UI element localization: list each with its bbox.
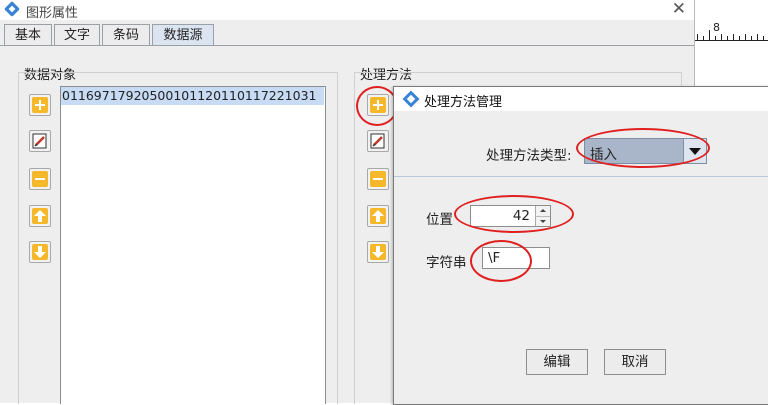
dialog-title: 处理方法管理 <box>424 95 503 110</box>
ruler-number: 8 <box>713 21 720 34</box>
remove-icon <box>370 171 386 187</box>
processing-method-dialog: 处理方法管理 处理方法类型: 插入 位置 42 字符串 \F 编辑 取消 <box>393 86 768 405</box>
string-label: 字符串 <box>426 255 467 271</box>
move-down-method-button[interactable] <box>367 241 389 263</box>
edit-icon <box>32 133 47 149</box>
remove-method-button[interactable] <box>367 168 389 190</box>
tab-barcode[interactable]: 条码 <box>102 24 150 46</box>
add-icon <box>370 97 386 113</box>
tab-basic[interactable]: 基本 <box>4 24 52 46</box>
remove-data-button[interactable] <box>29 168 51 190</box>
add-method-button[interactable] <box>367 94 389 116</box>
spin-up-icon[interactable] <box>536 206 550 216</box>
add-icon <box>32 97 48 113</box>
method-type-label: 处理方法类型: <box>486 148 572 164</box>
dialog-titlebar: 处理方法管理 <box>394 87 768 111</box>
ruler: 8 <box>695 20 768 41</box>
tab-text[interactable]: 文字 <box>54 24 100 46</box>
cancel-button[interactable]: 取消 <box>604 349 666 375</box>
move-down-icon <box>32 244 48 260</box>
method-type-value: 插入 <box>590 147 617 163</box>
spinner-buttons <box>535 206 550 226</box>
move-up-icon <box>32 208 48 224</box>
position-spinner[interactable]: 42 <box>470 205 551 227</box>
dialog-separator <box>394 176 768 177</box>
dialog-app-icon <box>402 90 420 108</box>
data-object-list[interactable]: 01169717920500101120110117221031 <box>60 86 326 404</box>
move-up-icon <box>370 208 386 224</box>
remove-icon <box>32 171 48 187</box>
tab-data-source[interactable]: 数据源 <box>152 24 214 46</box>
chevron-down-icon[interactable] <box>683 139 706 163</box>
position-value: 42 <box>512 208 530 224</box>
tab-divider <box>0 45 694 46</box>
window-title: 图形属性 <box>26 6 79 21</box>
position-label: 位置 <box>426 212 453 228</box>
move-up-method-button[interactable] <box>367 205 389 227</box>
string-input[interactable]: \F <box>482 247 550 269</box>
edit-button[interactable]: 编辑 <box>526 349 588 375</box>
edit-icon <box>370 133 385 149</box>
move-down-data-button[interactable] <box>29 241 51 263</box>
edit-data-button[interactable] <box>29 130 51 152</box>
app-icon <box>4 1 20 17</box>
edit-method-button[interactable] <box>367 130 389 152</box>
move-down-icon <box>370 244 386 260</box>
close-icon[interactable]: ✕ <box>672 0 686 19</box>
move-up-data-button[interactable] <box>29 205 51 227</box>
window-titlebar: 图形属性 ✕ <box>0 0 694 21</box>
method-type-select[interactable]: 插入 <box>584 138 707 164</box>
add-data-button[interactable] <box>29 94 51 116</box>
spin-down-icon[interactable] <box>536 216 550 227</box>
list-item[interactable]: 01169717920500101120110117221031 <box>61 87 324 105</box>
